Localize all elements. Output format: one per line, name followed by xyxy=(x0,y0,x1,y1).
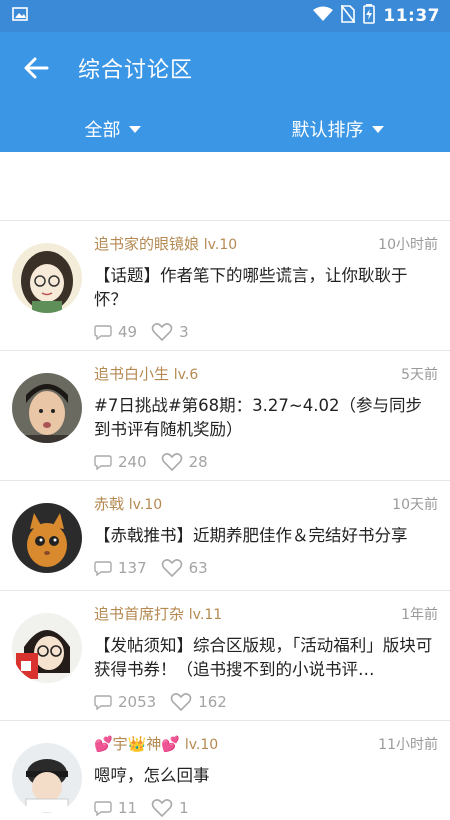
avatar[interactable] xyxy=(12,243,82,313)
post-time: 10小时前 xyxy=(378,236,438,253)
like-count: 28 xyxy=(188,453,208,471)
post-title[interactable]: #7日挑战#第68期：3.27~4.02（参与同步到书评有随机奖励） xyxy=(94,394,438,442)
user-level: lv.10 xyxy=(203,237,238,253)
user-level: lv.10 xyxy=(184,737,219,753)
comment-icon xyxy=(94,561,112,576)
user-level: lv.11 xyxy=(188,607,223,623)
like-count: 3 xyxy=(179,323,189,341)
user-level: lv.10 xyxy=(128,497,163,513)
post-list: 追书家的眼镜娘 lv.10 10小时前 【话题】作者笔下的哪些谎言，让你耿耿于怀… xyxy=(0,220,450,820)
list-item[interactable]: 赤戟 lv.10 10天前 【赤戟推书】近期养肥佳作＆完结好书分享 137 63 xyxy=(0,480,450,590)
username[interactable]: 赤戟 xyxy=(94,495,124,513)
avatar[interactable] xyxy=(12,743,82,813)
comment-count: 240 xyxy=(118,453,147,471)
like-heart-icon[interactable] xyxy=(151,798,173,818)
like-heart-icon[interactable] xyxy=(161,452,183,472)
like-count: 1 xyxy=(179,799,189,817)
status-time: 11:37 xyxy=(383,6,440,26)
like-heart-icon[interactable] xyxy=(151,322,173,342)
sort-order-dropdown[interactable]: 默认排序 xyxy=(225,104,450,142)
list-item[interactable]: 追书家的眼镜娘 lv.10 10小时前 【话题】作者笔下的哪些谎言，让你耿耿于怀… xyxy=(0,220,450,350)
list-item[interactable]: 追书首席打杂 lv.11 1年前 【发帖须知】综合区版规，「活动福利」版块可获得… xyxy=(0,590,450,720)
list-item[interactable]: 💕宇👑神💕 lv.10 11小时前 嗯哼，怎么回事 11 1 xyxy=(0,720,450,820)
comment-count: 11 xyxy=(118,799,138,817)
username[interactable]: 💕宇👑神💕 xyxy=(94,735,180,753)
comment-icon xyxy=(94,801,112,816)
category-filter-dropdown[interactable]: 全部 xyxy=(0,104,225,142)
dropdown-arrow-icon xyxy=(371,125,384,133)
post-time: 10天前 xyxy=(392,496,438,513)
user-level: lv.6 xyxy=(173,367,199,383)
post-title[interactable]: 【发帖须知】综合区版规，「活动福利」版块可获得书券！（追书搜不到的小说书评… xyxy=(94,634,438,682)
comment-count: 49 xyxy=(118,323,138,341)
back-button[interactable] xyxy=(20,52,52,84)
username[interactable]: 追书家的眼镜娘 xyxy=(94,235,199,253)
no-sim-icon xyxy=(340,4,357,27)
filter-bar: 全部 默认排序 xyxy=(0,104,450,152)
post-title[interactable]: 【赤戟推书】近期养肥佳作＆完结好书分享 xyxy=(94,524,438,548)
like-heart-icon[interactable] xyxy=(170,692,192,712)
post-title[interactable]: 【话题】作者笔下的哪些谎言，让你耿耿于怀？ xyxy=(94,264,438,312)
dropdown-arrow-icon xyxy=(128,125,141,133)
avatar[interactable] xyxy=(12,613,82,683)
wifi-icon xyxy=(313,6,334,26)
like-heart-icon[interactable] xyxy=(161,558,183,578)
page-title: 综合讨论区 xyxy=(78,58,194,83)
app-toolbar: 综合讨论区 xyxy=(0,32,450,104)
category-filter-label: 全部 xyxy=(84,120,121,141)
empty-banner-area xyxy=(0,152,450,220)
like-count: 63 xyxy=(188,559,208,577)
comment-count: 2053 xyxy=(118,693,157,711)
avatar[interactable] xyxy=(12,373,82,443)
comment-count: 137 xyxy=(118,559,147,577)
list-item[interactable]: 追书白小生 lv.6 5天前 #7日挑战#第68期：3.27~4.02（参与同步… xyxy=(0,350,450,480)
comment-icon xyxy=(94,695,112,710)
post-time: 5天前 xyxy=(401,366,438,383)
comment-icon xyxy=(94,455,112,470)
battery-charging-icon xyxy=(363,4,376,28)
username[interactable]: 追书白小生 xyxy=(94,365,169,383)
username[interactable]: 追书首席打杂 xyxy=(94,605,184,623)
image-notification-icon xyxy=(12,6,28,26)
like-count: 162 xyxy=(198,693,227,711)
back-arrow-icon xyxy=(24,57,49,79)
comment-icon xyxy=(94,325,112,340)
status-bar: 11:37 xyxy=(0,0,450,32)
sort-order-label: 默认排序 xyxy=(291,120,364,141)
avatar[interactable] xyxy=(12,503,82,573)
post-time: 1年前 xyxy=(401,606,438,623)
post-time: 11小时前 xyxy=(378,736,438,753)
post-title[interactable]: 嗯哼，怎么回事 xyxy=(94,764,438,788)
